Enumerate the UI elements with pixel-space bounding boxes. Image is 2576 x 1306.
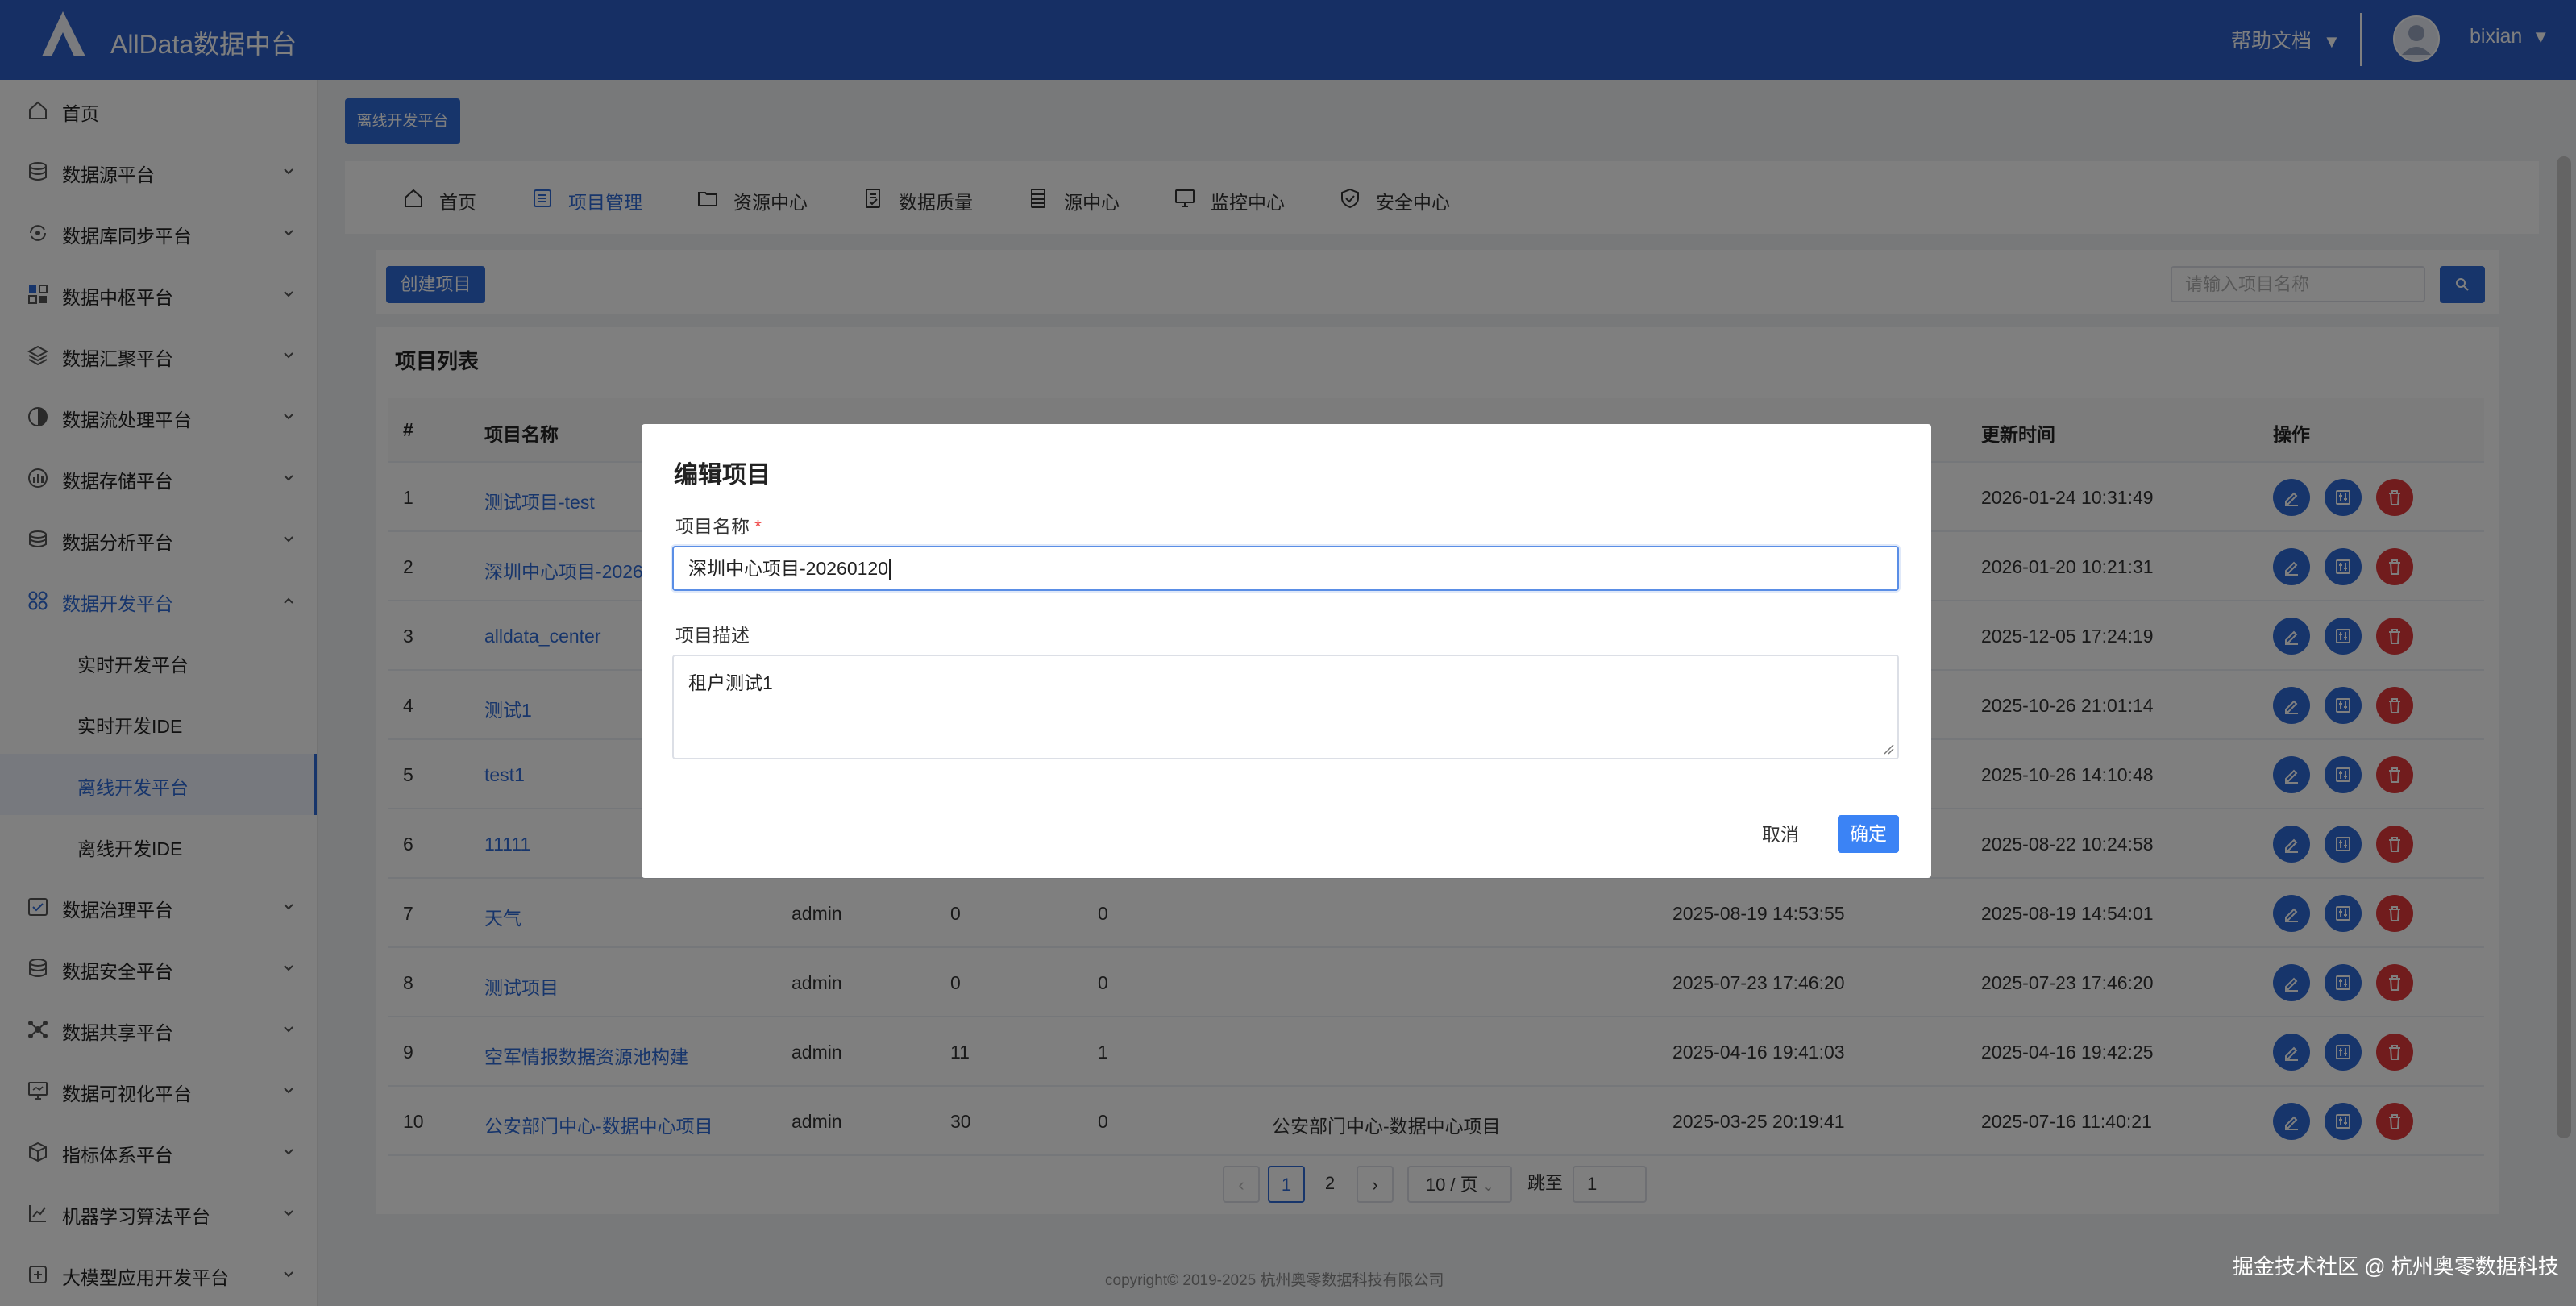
project-desc-value: 租户测试1 — [688, 672, 773, 693]
required-mark: * — [754, 516, 762, 537]
edit-project-dialog: 编辑项目 项目名称 * 深圳中心项目-20260120 项目描述 租户测试1 取消… — [642, 424, 1931, 878]
confirm-button[interactable]: 确定 — [1838, 815, 1899, 853]
field-label-text: 项目名称 — [675, 516, 750, 537]
dialog-title: 编辑项目 — [674, 462, 771, 489]
project-desc-textarea[interactable]: 租户测试1 — [672, 655, 1899, 759]
text-cursor — [889, 559, 891, 580]
cancel-button[interactable]: 取消 — [1755, 816, 1805, 853]
project-name-value: 深圳中心项目-20260120 — [688, 558, 888, 579]
project-name-input[interactable]: 深圳中心项目-20260120 — [672, 546, 1899, 591]
project-name-label: 项目名称 * — [675, 511, 762, 539]
watermark-text: 掘金技术社区 @ 杭州奥零数据科技 — [2233, 1254, 2559, 1279]
project-desc-label: 项目描述 — [675, 625, 750, 646]
resize-handle-icon[interactable] — [1883, 743, 1894, 755]
